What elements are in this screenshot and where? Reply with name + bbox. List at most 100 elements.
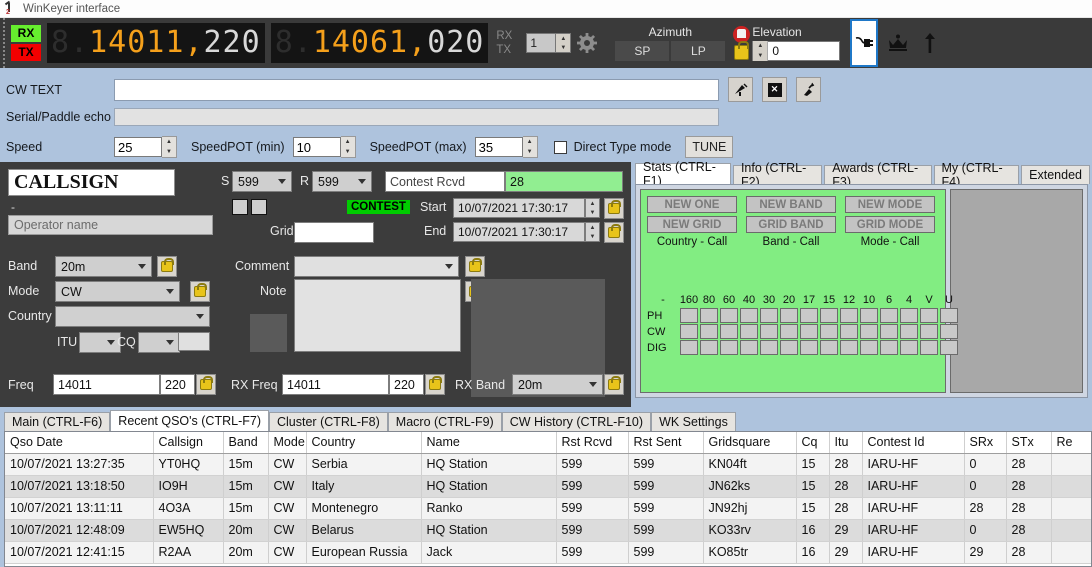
- band-mode-cell-PH-6[interactable]: [880, 308, 898, 323]
- band-mode-cell-CW-60[interactable]: [720, 324, 738, 339]
- spin-down-icon[interactable]: ▼: [586, 208, 599, 217]
- band-mode-cell-DIG-10[interactable]: [860, 340, 878, 355]
- band-mode-cell-DIG-U[interactable]: [940, 340, 958, 355]
- tab-info-ctrl-f2[interactable]: Info (CTRL-F2): [732, 161, 823, 189]
- band-mode-cell-DIG-30[interactable]: [760, 340, 778, 355]
- operator-name-input[interactable]: Operator name: [8, 215, 213, 235]
- spin-up-icon[interactable]: ▲: [162, 137, 176, 147]
- elevation-spin-buttons[interactable]: ▲ ▼: [753, 41, 769, 61]
- spin-up-icon[interactable]: ▲: [341, 137, 355, 147]
- table-row[interactable]: 10/07/2021 13:18:50 IO9H 15m CW Italy HQ Stat…: [5, 475, 1091, 498]
- start-spin-buttons[interactable]: ▲ ▼: [585, 198, 600, 218]
- mode-lock-button[interactable]: [190, 281, 210, 302]
- arrow-up-icon[interactable]: [918, 31, 942, 55]
- tab-cw-history-ctrl-f10[interactable]: CW History (CTRL-F10): [501, 412, 652, 431]
- freq-hz-input[interactable]: 220: [160, 374, 195, 395]
- cw-text-input[interactable]: [114, 78, 719, 101]
- flag-checkbox-1[interactable]: [232, 199, 248, 215]
- band-mode-cell-DIG-40[interactable]: [740, 340, 758, 355]
- spin-down-icon[interactable]: ▼: [753, 51, 767, 61]
- band-mode-cell-PH-60[interactable]: [720, 308, 738, 323]
- band-mode-cell-CW-U[interactable]: [940, 324, 958, 339]
- band-mode-cell-PH-30[interactable]: [760, 308, 778, 323]
- band-mode-cell-PH-U[interactable]: [940, 308, 958, 323]
- rst-sent-select[interactable]: 599: [232, 171, 292, 192]
- speedpot-min-spin-buttons[interactable]: ▲ ▼: [340, 136, 356, 158]
- callsign-input[interactable]: CALLSIGN: [8, 169, 175, 196]
- tab-my-ctrl-f4[interactable]: My (CTRL-F4): [933, 161, 1020, 189]
- freq-khz-input[interactable]: 14011: [53, 374, 160, 395]
- band-mode-cell-DIG-60[interactable]: [720, 340, 738, 355]
- table-row[interactable]: 10/07/2021 12:48:09 EW5HQ 20m CW Belarus HQ S…: [5, 519, 1091, 542]
- band-mode-cell-DIG-4[interactable]: [900, 340, 918, 355]
- band-mode-cell-CW-12[interactable]: [840, 324, 858, 339]
- broom-icon[interactable]: [796, 77, 821, 102]
- band-mode-cell-CW-V[interactable]: [920, 324, 938, 339]
- band-mode-cell-CW-160[interactable]: [680, 324, 698, 339]
- band-mode-cell-CW-4[interactable]: [900, 324, 918, 339]
- column-header-srx[interactable]: SRx: [964, 432, 1007, 454]
- speedpot-max-input[interactable]: [474, 137, 523, 157]
- speedpot-max-stepper[interactable]: ▲▼: [474, 136, 538, 158]
- table-row[interactable]: 10/07/2021 12:41:15 R2AA 20m CW European Rus…: [5, 541, 1091, 564]
- band-mode-cell-CW-40[interactable]: [740, 324, 758, 339]
- column-header-gridsquare[interactable]: Gridsquare: [703, 432, 797, 454]
- end-lock-button[interactable]: [604, 222, 624, 243]
- stats-button-new-one[interactable]: NEW ONE: [647, 196, 737, 213]
- column-header-country[interactable]: Country: [306, 432, 422, 454]
- qsl-thumb-box[interactable]: [250, 314, 287, 352]
- stop-x-icon[interactable]: ✕: [762, 77, 787, 102]
- mode-select[interactable]: CW: [55, 281, 180, 302]
- spin-down-icon[interactable]: ▼: [556, 43, 570, 52]
- column-header-callsign[interactable]: Callsign: [153, 432, 224, 454]
- plug-icon[interactable]: [850, 19, 879, 67]
- tab-cluster-ctrl-f8[interactable]: Cluster (CTRL-F8): [269, 412, 388, 431]
- radio-number-spin-buttons[interactable]: ▲ ▼: [556, 33, 572, 53]
- spin-down-icon[interactable]: ▼: [586, 232, 599, 241]
- satellite-dish-icon[interactable]: [728, 77, 753, 102]
- column-header-rst-sent[interactable]: Rst Sent: [628, 432, 704, 454]
- grid-input[interactable]: [294, 222, 374, 243]
- stats-button-new-grid[interactable]: NEW GRID: [647, 216, 737, 233]
- spin-up-icon[interactable]: ▲: [586, 199, 599, 208]
- radio-number-input[interactable]: [526, 33, 557, 53]
- spin-down-icon[interactable]: ▼: [162, 147, 176, 157]
- recent-qso-table[interactable]: Qso Date Callsign Band Mode Country Name Rst R…: [4, 431, 1092, 567]
- rx-freq-hz-input[interactable]: 220: [389, 374, 424, 395]
- column-header-qso-date[interactable]: Qso Date: [5, 432, 154, 454]
- tune-button[interactable]: TUNE: [685, 136, 734, 158]
- itu-select[interactable]: [79, 332, 121, 353]
- band-mode-cell-CW-15[interactable]: [820, 324, 838, 339]
- column-header-stx[interactable]: STx: [1006, 432, 1052, 454]
- rx-freq-khz-input[interactable]: 14011: [282, 374, 389, 395]
- comment-select[interactable]: [294, 256, 459, 277]
- tab-stats-ctrl-f1[interactable]: Stats (CTRL-F1): [635, 160, 731, 188]
- band-mode-cell-CW-20[interactable]: [780, 324, 798, 339]
- column-header-rst-rcvd[interactable]: Rst Rcvd: [556, 432, 629, 454]
- flag-checkbox-2[interactable]: [251, 199, 267, 215]
- start-lock-button[interactable]: [604, 198, 624, 219]
- speedpot-min-input[interactable]: [292, 137, 341, 157]
- tab-recent-qso-s-ctrl-f7[interactable]: Recent QSO's (CTRL-F7): [110, 410, 269, 431]
- rx-freq-lock-button[interactable]: [425, 374, 445, 395]
- zone-extra-field[interactable]: [178, 332, 210, 351]
- column-header-band[interactable]: Band: [223, 432, 269, 454]
- speedpot-max-spin-buttons[interactable]: ▲ ▼: [522, 136, 538, 158]
- band-mode-cell-PH-12[interactable]: [840, 308, 858, 323]
- band-mode-cell-DIG-17[interactable]: [800, 340, 818, 355]
- country-select[interactable]: [55, 306, 210, 327]
- vfo-a-display[interactable]: 8.14011,220: [47, 23, 265, 63]
- tab-extended[interactable]: Extended: [1021, 165, 1090, 184]
- column-header-re[interactable]: Re: [1051, 432, 1091, 454]
- band-select[interactable]: 20m: [55, 256, 152, 277]
- rx-band-select[interactable]: 20m: [512, 374, 603, 395]
- spin-up-icon[interactable]: ▲: [523, 137, 537, 147]
- stats-button-grid-band[interactable]: GRID BAND: [746, 216, 836, 233]
- end-datetime-input[interactable]: 10/07/2021 17:30:17: [453, 222, 585, 242]
- speedpot-min-stepper[interactable]: ▲▼: [292, 136, 356, 158]
- column-header-contest-id[interactable]: Contest Id: [862, 432, 965, 454]
- table-row[interactable]: 10/07/2021 13:27:35 YT0HQ 15m CW Serbia HQ St…: [5, 453, 1091, 476]
- band-mode-cell-DIG-160[interactable]: [680, 340, 698, 355]
- column-header-cq[interactable]: Cq: [796, 432, 830, 454]
- band-mode-cell-PH-80[interactable]: [700, 308, 718, 323]
